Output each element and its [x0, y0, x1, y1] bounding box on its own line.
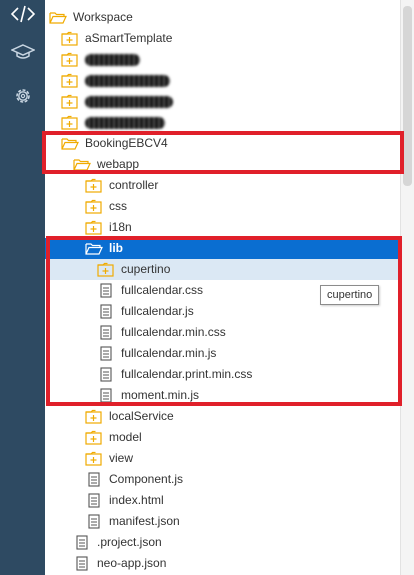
tree-item[interactable]: model [45, 427, 400, 448]
folder-plus-icon [61, 94, 78, 109]
tree-item-label: webapp [97, 157, 140, 171]
graduation-cap-icon [10, 44, 35, 59]
folder-plus-icon [85, 178, 102, 193]
folder-plus-icon [85, 409, 102, 424]
folder-plus-icon [61, 73, 78, 88]
tree-item-label: fullcalendar.css [121, 283, 204, 297]
tree-item[interactable]: localService [45, 406, 400, 427]
tree-item-label: css [109, 199, 127, 213]
file-icon [88, 472, 100, 487]
tree-item-label: moment.min.js [121, 388, 200, 402]
tree-item-label: fullcalendar.js [121, 304, 194, 318]
folder-plus-icon [61, 52, 78, 67]
tree-item[interactable]: webapp [45, 154, 400, 175]
tree-item[interactable]: .project.json [45, 532, 400, 553]
sidebar-button-learning[interactable] [0, 32, 45, 72]
folder-plus-icon [97, 262, 114, 277]
sidebar-button-settings[interactable] [0, 76, 45, 116]
redacted-label [85, 116, 165, 129]
tree-item-label: view [109, 451, 134, 465]
tree-item-label: i18n [109, 220, 132, 234]
sidebar-button-development[interactable] [0, 0, 45, 34]
folder-open-icon [85, 243, 103, 255]
tree-item[interactable]: Component.js [45, 469, 400, 490]
tree-item-label: localService [109, 409, 174, 423]
tree-item[interactable]: BookingEBCV4 [45, 133, 400, 154]
code-icon [10, 5, 35, 23]
tree-item[interactable]: Workspace [45, 7, 400, 28]
tree-item[interactable] [45, 70, 400, 91]
tree-item[interactable]: aSmartTemplate [45, 28, 400, 49]
tree-item-label: BookingEBCV4 [85, 136, 168, 150]
folder-plus-icon [85, 199, 102, 214]
tree-item[interactable]: fullcalendar.min.css [45, 322, 400, 343]
folder-open-icon [73, 159, 91, 171]
tree-item[interactable]: neo-app.json [45, 553, 400, 574]
tooltip: cupertino [320, 285, 380, 305]
redacted-label [85, 74, 170, 87]
tree-item-label: lib [109, 241, 123, 255]
folder-plus-icon [61, 115, 78, 130]
tree-item[interactable] [45, 49, 400, 70]
tree-item-label: Component.js [109, 472, 184, 486]
file-icon [100, 283, 112, 298]
tree-item[interactable]: cupertino [45, 259, 400, 280]
sidebar [0, 0, 45, 575]
file-icon [100, 304, 112, 319]
tree-item[interactable]: css [45, 196, 400, 217]
folder-plus-icon [61, 31, 78, 46]
tree-item[interactable]: manifest.json [45, 511, 400, 532]
tree-item-label: cupertino [121, 262, 171, 276]
tree-item[interactable]: i18n [45, 217, 400, 238]
gear-icon [15, 89, 30, 103]
folder-open-icon [49, 12, 67, 24]
scrollbar-thumb[interactable] [403, 6, 412, 186]
file-icon [100, 325, 112, 340]
tree-item[interactable] [45, 112, 400, 133]
redacted-label [85, 95, 173, 108]
file-icon [100, 367, 112, 382]
file-icon [76, 535, 88, 550]
tree-item-label: index.html [109, 493, 164, 507]
folder-plus-icon [85, 451, 102, 466]
tree-item[interactable]: view [45, 448, 400, 469]
tree-item-label: Workspace [73, 10, 133, 24]
tree-item-label: fullcalendar.min.css [121, 325, 226, 339]
redacted-label [85, 53, 140, 66]
tree-item-label: .project.json [97, 535, 162, 549]
tree-item[interactable]: fullcalendar.print.min.css [45, 364, 400, 385]
tree-item-label: manifest.json [109, 514, 180, 528]
file-icon [100, 346, 112, 361]
file-icon [100, 388, 112, 403]
tree-item-label: model [109, 430, 142, 444]
tree-item-label: aSmartTemplate [85, 31, 173, 45]
tree-item-label: neo-app.json [97, 556, 167, 570]
folder-plus-icon [85, 430, 102, 445]
tree-item[interactable]: index.html [45, 490, 400, 511]
tree-item[interactable]: controller [45, 175, 400, 196]
folder-open-icon [61, 138, 79, 150]
folder-plus-icon [85, 220, 102, 235]
tree-item-label: fullcalendar.print.min.css [121, 367, 253, 381]
tree-item[interactable]: lib [45, 238, 400, 259]
tree-item-label: controller [109, 178, 159, 192]
tree-item[interactable]: moment.min.js [45, 385, 400, 406]
vertical-scrollbar[interactable] [400, 0, 414, 575]
tree-item[interactable] [45, 91, 400, 112]
tree-item-label: fullcalendar.min.js [121, 346, 217, 360]
file-icon [76, 556, 88, 571]
file-icon [88, 493, 100, 508]
file-icon [88, 514, 100, 529]
tree-item[interactable]: fullcalendar.min.js [45, 343, 400, 364]
